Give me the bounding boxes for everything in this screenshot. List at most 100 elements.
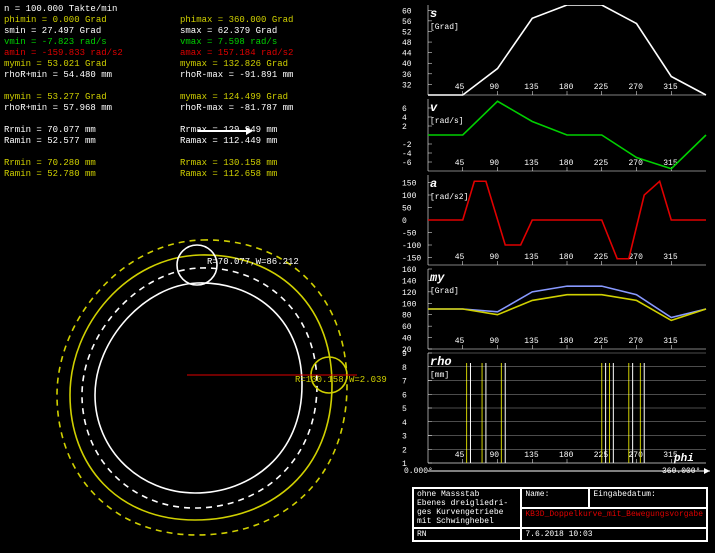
svg-text:270: 270 — [629, 337, 644, 346]
param-row: Rrmin = 70.077 mmRrmax = 129.949 mm — [4, 125, 384, 136]
svg-text:[rad/s2]: [rad/s2] — [430, 193, 468, 202]
date: 7.6.2018 10:03 — [525, 530, 592, 539]
svg-text:[rad/s]: [rad/s] — [430, 117, 464, 126]
file-name: KB3D_Doppelkurve_mit_Bewegungsvorgabe — [525, 510, 703, 519]
svg-text:60: 60 — [402, 323, 412, 332]
x-axis-label: phi — [674, 453, 694, 465]
param-row: mymin = 53.021 Gradmymax = 132.826 Grad — [4, 59, 384, 70]
svg-text:[Grad]: [Grad] — [430, 287, 459, 296]
svg-text:60: 60 — [402, 7, 412, 16]
svg-text:44: 44 — [402, 50, 412, 59]
param-row: amin = -159.833 rad/s2amax = 157.184 rad… — [4, 48, 384, 59]
svg-text:90: 90 — [490, 337, 500, 346]
svg-text:270: 270 — [629, 451, 644, 460]
svg-text:2: 2 — [402, 123, 407, 132]
svg-text:-2: -2 — [402, 141, 412, 150]
param-row: smin = 27.497 Gradsmax = 62.379 Grad — [4, 26, 384, 37]
svg-text:45: 45 — [455, 337, 465, 346]
svg-text:40: 40 — [402, 60, 412, 69]
svg-text:36: 36 — [402, 71, 412, 80]
svg-text:135: 135 — [524, 451, 539, 460]
svg-text:9: 9 — [402, 350, 407, 359]
svg-text:180: 180 — [559, 253, 574, 262]
svg-text:56: 56 — [402, 18, 412, 27]
author: RN — [417, 530, 427, 539]
svg-text:80: 80 — [402, 312, 412, 321]
svg-text:315: 315 — [663, 337, 678, 346]
svg-text:my: my — [429, 271, 445, 285]
svg-text:6: 6 — [402, 105, 407, 114]
x-max: 360.000° — [662, 467, 700, 476]
svg-text:180: 180 — [559, 337, 574, 346]
cam-marker-2: R=130.158,W=2.039 — [295, 375, 387, 385]
svg-text:4: 4 — [402, 114, 407, 123]
svg-text:8: 8 — [402, 364, 407, 373]
param-row: Rrmin = 70.280 mmRrmax = 130.158 mm — [4, 158, 384, 169]
param-row: rhoR+min = 54.480 mmrhoR-max = -91.891 m… — [4, 70, 384, 81]
svg-text:45: 45 — [455, 159, 465, 168]
svg-text:3: 3 — [402, 433, 407, 442]
svg-text:40: 40 — [402, 335, 412, 344]
svg-text:135: 135 — [524, 337, 539, 346]
svg-text:180: 180 — [559, 83, 574, 92]
svg-text:52: 52 — [402, 28, 412, 37]
svg-text:135: 135 — [524, 159, 539, 168]
param-row: vmin = -7.823 rad/svmax = 7.598 rad/s — [4, 37, 384, 48]
name-header: Name: — [525, 490, 549, 499]
svg-text:4: 4 — [402, 419, 407, 428]
svg-text:-100: -100 — [402, 242, 421, 251]
title-block: ohne Massstab Ebenes dreigliedri- ges Ku… — [412, 487, 708, 542]
svg-text:180: 180 — [559, 451, 574, 460]
svg-text:-6: -6 — [402, 159, 412, 168]
svg-text:100: 100 — [402, 300, 417, 309]
svg-text:90: 90 — [490, 83, 500, 92]
svg-text:7: 7 — [402, 378, 407, 387]
x-min: 0.000° — [404, 467, 433, 476]
svg-text:180: 180 — [559, 159, 574, 168]
svg-text:225: 225 — [594, 337, 609, 346]
svg-text:100: 100 — [402, 192, 417, 201]
svg-text:270: 270 — [629, 83, 644, 92]
svg-text:a: a — [430, 177, 437, 191]
svg-text:90: 90 — [490, 253, 500, 262]
svg-text:-150: -150 — [402, 255, 421, 264]
svg-text:v: v — [430, 101, 438, 115]
svg-text:6: 6 — [402, 391, 407, 400]
cam-marker-1: R=70.077,W=86.212 — [207, 257, 299, 267]
svg-text:90: 90 — [490, 159, 500, 168]
svg-text:140: 140 — [402, 277, 417, 286]
svg-text:225: 225 — [594, 159, 609, 168]
svg-text:2: 2 — [402, 446, 407, 455]
svg-text:32: 32 — [402, 81, 412, 90]
svg-text:50: 50 — [402, 205, 412, 214]
svg-text:45: 45 — [455, 451, 465, 460]
eingabe-header: Eingabedatum: — [593, 490, 655, 499]
svg-text:5: 5 — [402, 405, 407, 414]
svg-text:225: 225 — [594, 451, 609, 460]
param-row: phimin = 0.000 Gradphimax = 360.000 Grad — [4, 15, 384, 26]
scale-label: ohne Massstab — [417, 490, 479, 499]
param-row: n = 100.000 Takte/min — [4, 4, 384, 15]
svg-text:270: 270 — [629, 253, 644, 262]
svg-text:150: 150 — [402, 180, 417, 189]
svg-text:315: 315 — [663, 253, 678, 262]
svg-text:270: 270 — [629, 159, 644, 168]
svg-text:135: 135 — [524, 83, 539, 92]
svg-text:0: 0 — [402, 217, 407, 226]
svg-text:225: 225 — [594, 83, 609, 92]
svg-text:90: 90 — [490, 451, 500, 460]
svg-text:225: 225 — [594, 253, 609, 262]
svg-text:[mm]: [mm] — [430, 371, 449, 380]
svg-text:s: s — [430, 7, 437, 21]
param-row: Ramin = 52.577 mmRamax = 112.449 mm — [4, 136, 384, 147]
svg-text:[Grad]: [Grad] — [430, 23, 459, 32]
svg-text:48: 48 — [402, 39, 412, 48]
direction-arrow-icon — [198, 130, 248, 132]
param-row: rhoR+min = 57.968 mmrhoR-max = -81.787 m… — [4, 103, 384, 114]
svg-text:315: 315 — [663, 83, 678, 92]
svg-text:45: 45 — [455, 253, 465, 262]
svg-text:-50: -50 — [402, 230, 417, 239]
param-row: mymin = 53.277 Gradmymax = 124.499 Grad — [4, 92, 384, 103]
svg-text:120: 120 — [402, 289, 417, 298]
param-row: Ramin = 52.780 mmRamax = 112.658 mm — [4, 169, 384, 180]
